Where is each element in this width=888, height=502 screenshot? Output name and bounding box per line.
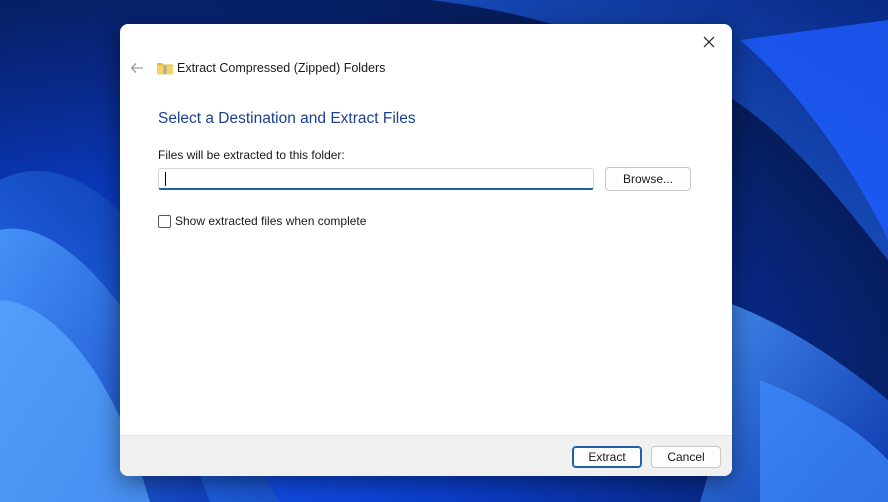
destination-path-input[interactable] xyxy=(158,168,594,190)
dialog-footer: Extract Cancel xyxy=(120,435,732,476)
back-button[interactable] xyxy=(124,54,150,82)
close-button[interactable] xyxy=(694,28,724,56)
destination-label: Files will be extracted to this folder: xyxy=(158,148,345,162)
browse-button[interactable]: Browse... xyxy=(605,167,691,191)
show-files-option[interactable]: Show extracted files when complete xyxy=(158,214,366,228)
cancel-button[interactable]: Cancel xyxy=(651,446,721,468)
extract-dialog: Extract Compressed (Zipped) Folders Sele… xyxy=(120,24,732,476)
close-icon xyxy=(703,36,715,48)
dialog-title: Extract Compressed (Zipped) Folders xyxy=(177,61,386,75)
page-heading: Select a Destination and Extract Files xyxy=(158,110,416,127)
wizard-header: Extract Compressed (Zipped) Folders xyxy=(120,54,732,82)
back-arrow-icon xyxy=(130,63,143,73)
zipped-folder-icon xyxy=(157,63,173,75)
text-caret xyxy=(165,172,166,186)
show-files-label: Show extracted files when complete xyxy=(175,214,367,228)
extract-button[interactable]: Extract xyxy=(572,446,642,468)
show-files-checkbox[interactable] xyxy=(158,214,171,228)
